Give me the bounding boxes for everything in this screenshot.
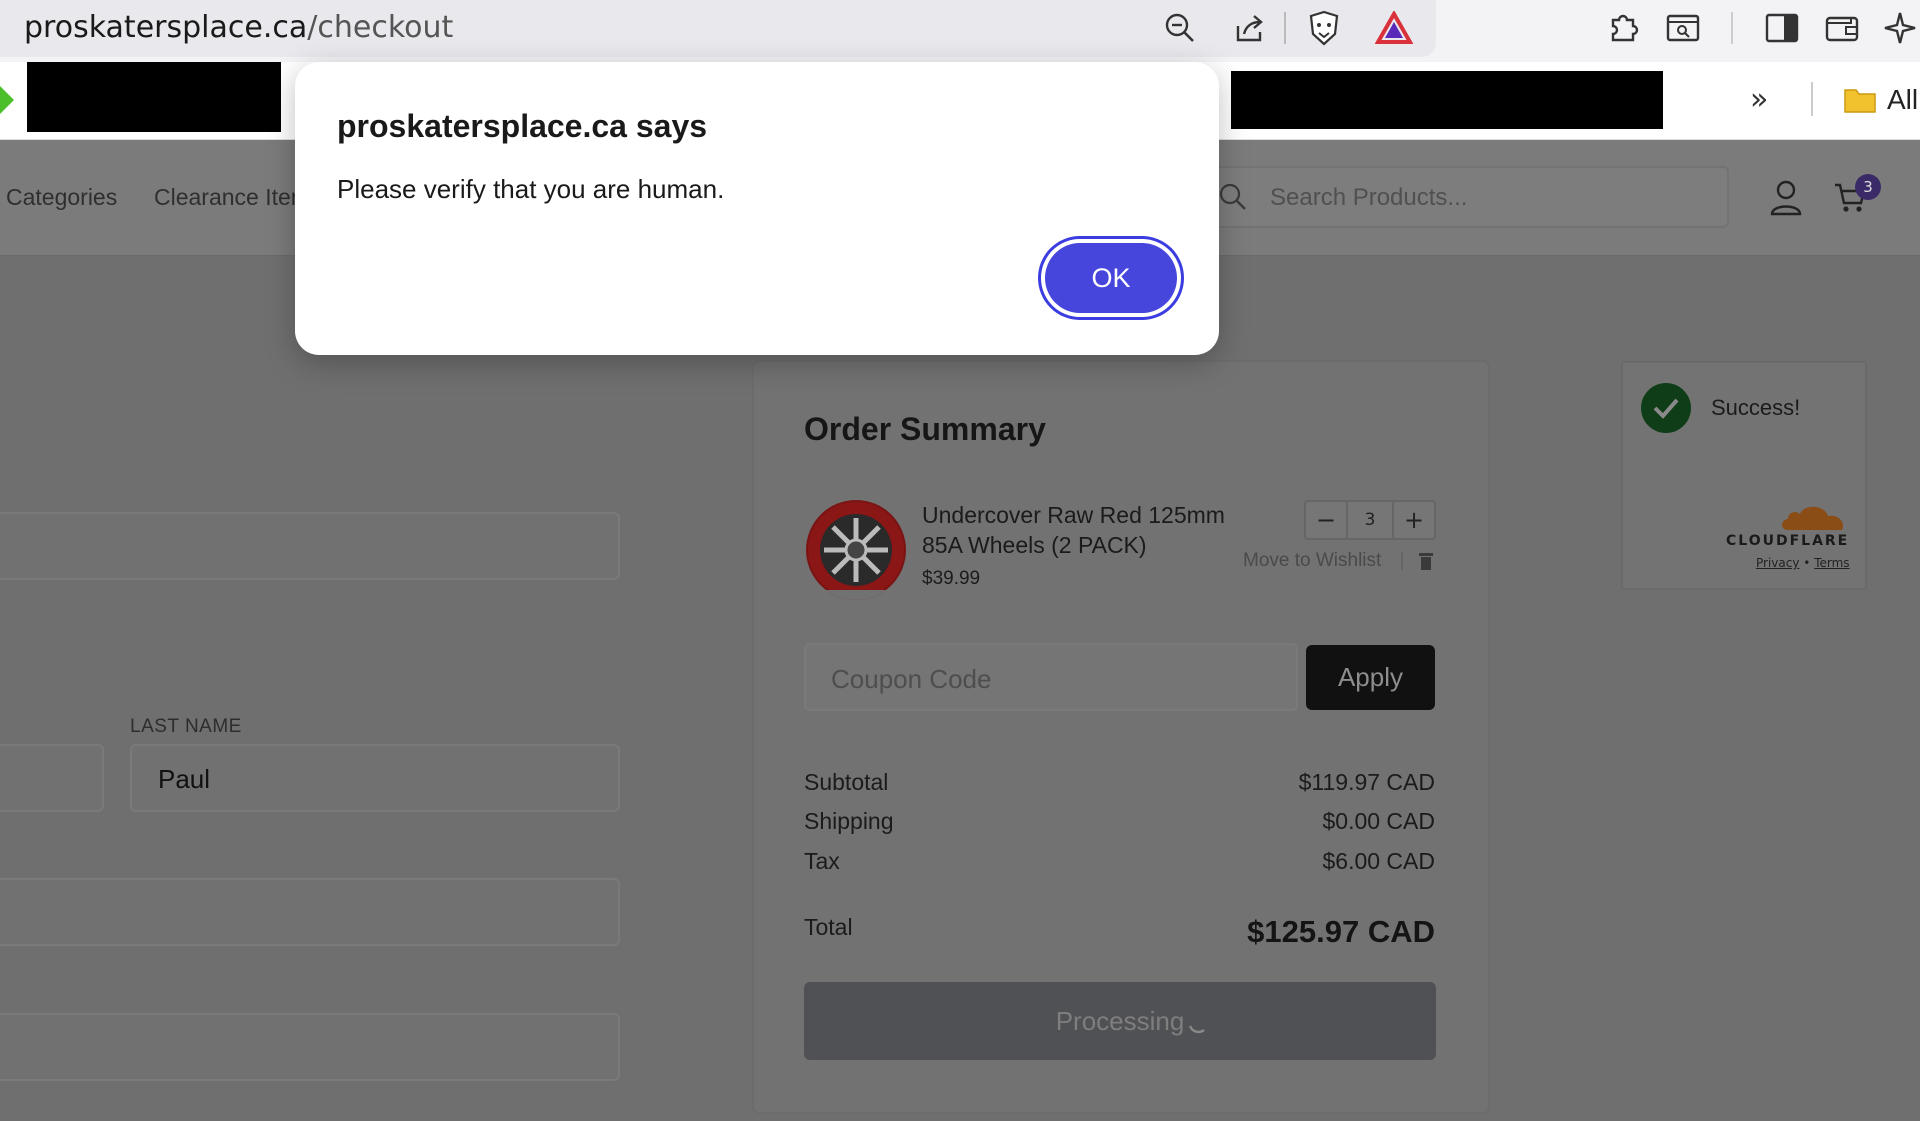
privacy-link[interactable]: Privacy	[1756, 556, 1799, 570]
item-price: $39.99	[922, 568, 981, 589]
dialog-title: proskatersplace.ca says	[337, 108, 708, 144]
nav-categories[interactable]: Categories	[6, 184, 117, 211]
spinner-icon	[1186, 1010, 1210, 1038]
terms-link[interactable]: Terms	[1814, 556, 1849, 570]
order-summary-title: Order Summary	[804, 411, 1046, 447]
quantity-stepper: − 3 +	[1304, 500, 1436, 540]
url-domain: proskatersplace.ca	[24, 10, 308, 45]
url-text[interactable]: proskatersplace.ca/checkout	[24, 10, 453, 45]
nav-clearance-items[interactable]: Clearance Iten	[154, 184, 304, 211]
trash-icon[interactable]	[1418, 551, 1434, 575]
ok-label: OK	[1045, 243, 1177, 313]
cloudflare-logo-icon	[1780, 502, 1848, 536]
address-bar[interactable]: proskatersplace.ca/checkout	[0, 0, 1436, 57]
item-name: Undercover Raw Red 125mm 85A Wheels (2 P…	[922, 502, 1225, 558]
reader-mode-icon[interactable]	[1663, 8, 1703, 48]
total-value: $125.97 CAD	[1247, 914, 1435, 949]
leo-ai-icon[interactable]	[1880, 8, 1920, 48]
redacted-bookmark	[1231, 71, 1663, 129]
quantity-value[interactable]: 3	[1346, 502, 1394, 538]
check-icon	[1641, 383, 1691, 433]
search-icon	[1218, 182, 1248, 216]
wallet-icon[interactable]	[1822, 8, 1862, 48]
link-separator: •	[1803, 556, 1811, 570]
sidebar-icon[interactable]	[1762, 8, 1802, 48]
toolbar-divider	[1284, 12, 1286, 44]
product-image	[806, 500, 906, 600]
first-name-field[interactable]	[0, 744, 104, 812]
bookmarks-divider	[1811, 82, 1813, 116]
increase-quantity-button[interactable]: +	[1394, 502, 1434, 538]
redacted-bookmark	[27, 62, 281, 132]
last-name-label: LAST NAME	[130, 716, 242, 737]
dialog-message: Please verify that you are human.	[337, 174, 725, 204]
extensions-icon[interactable]	[1603, 8, 1643, 48]
processing-label: Processing	[1055, 1005, 1185, 1036]
form-field[interactable]	[0, 1013, 620, 1081]
divider	[1401, 552, 1403, 570]
cart-count-badge: 3	[1855, 174, 1881, 200]
url-path: /checkout	[307, 10, 454, 45]
shipping-label: Shipping	[804, 808, 894, 834]
brave-shield-icon[interactable]	[1304, 8, 1344, 48]
cloudflare-brand: CLOUDFLARE	[1726, 533, 1850, 549]
form-field[interactable]	[0, 878, 620, 946]
ok-button[interactable]: OK	[1038, 236, 1184, 320]
decrease-quantity-button[interactable]: −	[1306, 502, 1346, 538]
search-placeholder: Search Products...	[1270, 184, 1468, 211]
verification-status: Success!	[1711, 395, 1801, 420]
coupon-placeholder: Coupon Code	[831, 664, 992, 694]
subtotal-value: $119.97 CAD	[1298, 769, 1435, 795]
more-bookmarks-icon[interactable]: »	[1750, 82, 1768, 117]
total-label: Total	[804, 914, 853, 940]
folder-icon	[1843, 86, 1877, 118]
cloudflare-links: Privacy • Terms	[1756, 556, 1850, 570]
brave-rewards-icon[interactable]	[1374, 8, 1414, 48]
bookmark-favicon-icon	[0, 86, 14, 114]
shipping-value: $0.00 CAD	[1322, 808, 1435, 834]
last-name-value: Paul	[158, 764, 211, 794]
account-icon[interactable]	[1770, 180, 1802, 220]
move-to-wishlist-link[interactable]: Move to Wishlist	[1243, 550, 1381, 572]
tax-value: $6.00 CAD	[1322, 848, 1435, 874]
zoom-out-icon[interactable]	[1160, 8, 1200, 48]
all-bookmarks-label[interactable]: All	[1887, 84, 1918, 116]
toolbar-divider	[1731, 12, 1733, 44]
tax-label: Tax	[804, 848, 840, 874]
apply-coupon-button[interactable]: Apply	[1306, 645, 1435, 710]
subtotal-label: Subtotal	[804, 769, 889, 795]
share-icon[interactable]	[1230, 8, 1270, 48]
form-field[interactable]	[0, 512, 620, 580]
place-order-button[interactable]: Processing	[804, 982, 1436, 1060]
